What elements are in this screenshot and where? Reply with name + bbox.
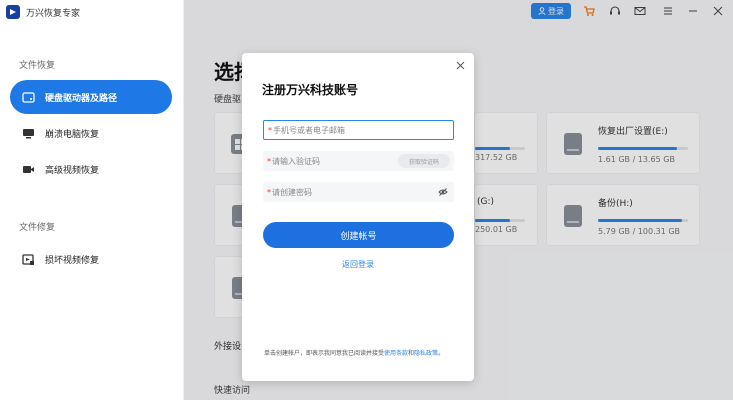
sidebar-item-label: 崩溃电脑恢复 <box>45 129 100 140</box>
section-file-recovery: 文件恢复 <box>19 61 56 71</box>
video-camera-icon <box>21 162 35 176</box>
register-dialog: 注册万兴科技账号 * 手机号或者电子邮箱 * 请输入验证码 获取验证码 * 请创… <box>242 53 474 381</box>
terms-text: 单击创建帐户，即表示我同意我已阅读并接受使用条款和隐私政策。 <box>264 350 445 357</box>
sidebar-item-crash-recovery[interactable]: 崩溃电脑恢复 <box>10 116 172 150</box>
back-to-login-link[interactable]: 返回登录 <box>242 259 474 270</box>
password-input[interactable]: * 请创建密码 <box>263 182 454 202</box>
sidebar-item-video-recovery[interactable]: 高级视频恢复 <box>10 152 172 186</box>
code-placeholder: 请输入验证码 <box>272 156 320 166</box>
close-icon[interactable] <box>454 59 466 71</box>
verification-code-input[interactable]: * 请输入验证码 获取验证码 <box>263 151 454 171</box>
section-file-repair: 文件修复 <box>19 223 56 233</box>
sidebar-item-label: 硬盘驱动器及路径 <box>45 93 118 104</box>
get-code-button[interactable]: 获取验证码 <box>398 154 450 168</box>
privacy-policy-link[interactable]: 隐私政策 <box>414 350 438 357</box>
sidebar: 万兴恢复专家 文件恢复 硬盘驱动器及路径 崩溃电脑恢复 高级视频恢复 文件修复 … <box>0 0 184 400</box>
terms-of-use-link[interactable]: 使用条款 <box>384 350 408 357</box>
create-account-button[interactable]: 创建帐号 <box>263 222 454 248</box>
sidebar-item-label: 高级视频恢复 <box>45 165 100 176</box>
sidebar-item-disk-recovery[interactable]: 硬盘驱动器及路径 <box>10 80 172 114</box>
app-title: 万兴恢复专家 <box>6 4 80 20</box>
password-placeholder: 请创建密码 <box>272 187 312 197</box>
app-name: 万兴恢复专家 <box>26 8 81 19</box>
app-logo-icon <box>6 5 20 19</box>
disk-icon <box>21 90 35 104</box>
eye-off-icon[interactable] <box>438 187 448 197</box>
phone-email-input[interactable]: * 手机号或者电子邮箱 <box>263 120 454 140</box>
computer-icon <box>21 126 35 140</box>
dialog-title: 注册万兴科技账号 <box>262 83 359 97</box>
video-repair-icon <box>21 252 35 266</box>
sidebar-item-label: 损坏视频修复 <box>45 255 100 266</box>
phone-email-placeholder: 手机号或者电子邮箱 <box>273 125 345 135</box>
sidebar-item-video-repair[interactable]: 损坏视频修复 <box>10 242 172 276</box>
